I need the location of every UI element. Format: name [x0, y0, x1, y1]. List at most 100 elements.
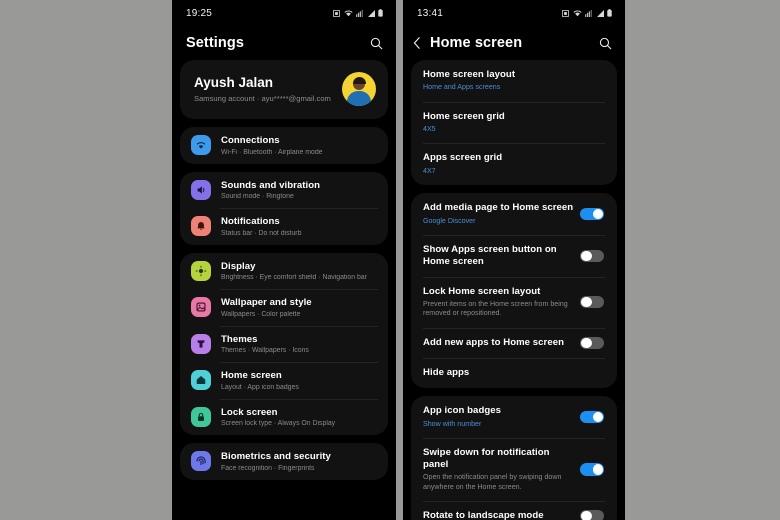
wifi-icon: [343, 10, 353, 16]
toggle-knob: [592, 208, 603, 220]
profile-subtitle: Samsung account · ayu*****@gmail.com: [194, 94, 331, 103]
home-settings-row-subtitle: Prevent items on the Home screen from be…: [423, 300, 568, 318]
settings-phone-screen: 19:25 Settings Ayush Jalan Samsung accou…: [172, 0, 396, 520]
toggle-switch[interactable]: [580, 463, 604, 476]
home-settings-row-rotate-to-landscape-mode[interactable]: Rotate to landscape mode: [411, 500, 617, 520]
settings-row-subtitle: Brightness · Eye comfort shield · Naviga…: [221, 274, 367, 281]
settings-row-title: Biometrics and security: [221, 451, 331, 462]
toggle-switch[interactable]: [580, 509, 604, 520]
home-settings-row-title: Lock Home screen layout: [423, 285, 541, 297]
home-settings-row-app-icon-badges[interactable]: App icon badges Show with number: [411, 396, 617, 438]
toggle-switch[interactable]: [580, 336, 604, 350]
home-settings-row-title: Hide apps: [423, 367, 470, 379]
settings-group: Sounds and vibration Sound mode · Rington…: [180, 171, 388, 245]
display-icon: [191, 260, 211, 281]
settings-row-subtitle: Face recognition · Fingerprints: [221, 464, 315, 472]
app-bar-right: Home screen: [403, 26, 625, 60]
lock-icon: [191, 406, 211, 427]
toggle-switch[interactable]: [580, 249, 604, 263]
home-settings-row-subtitle: Home and Apps screens: [423, 83, 501, 92]
settings-row-connections[interactable]: Connections Wi-Fi · Bluetooth · Airplane …: [180, 127, 388, 164]
home-settings-row-text: Show Apps screen button on Home screen: [423, 244, 580, 268]
signal-icon: [367, 9, 375, 17]
toggle-switch[interactable]: [580, 295, 604, 309]
settings-row-notifications[interactable]: Notifications Status bar · Do not disturb: [180, 208, 388, 245]
home-settings-row-title: App icon badges: [423, 405, 502, 417]
settings-row-home-screen[interactable]: Home screen Layout · App icon badges: [180, 362, 388, 399]
home-settings-row-text: Home screen grid 4X5: [423, 111, 604, 135]
settings-row-subtitle: Themes · Wallpapers · Icons: [221, 347, 309, 354]
settings-row-wallpaper-and-style[interactable]: Wallpaper and style Wallpapers · Color pa…: [180, 289, 388, 326]
home-settings-row-apps-screen-grid[interactable]: Apps screen grid 4X7: [411, 143, 617, 185]
toggle-knob: [581, 510, 592, 520]
settings-row-display[interactable]: Display Brightness · Eye comfort shield ·…: [180, 253, 388, 290]
home-settings-row-title: Rotate to landscape mode: [423, 510, 544, 520]
settings-row-text: Themes Themes · Wallpapers · Icons: [221, 334, 376, 355]
settings-row-text: Connections Wi-Fi · Bluetooth · Airplane …: [221, 135, 376, 156]
toggle-switch[interactable]: [580, 207, 604, 221]
home-settings-row-title: Add media page to Home screen: [423, 202, 574, 214]
home-settings-row-text: Apps screen grid 4X7: [423, 152, 604, 176]
toggle-knob: [581, 337, 592, 349]
avatar[interactable]: [342, 72, 376, 106]
settings-row-title: Home screen: [221, 370, 282, 381]
home-settings-scroll-body[interactable]: Home screen layout Home and Apps screens H…: [403, 60, 625, 520]
home-settings-row-text: Lock Home screen layout Prevent items on …: [423, 286, 580, 319]
status-icons: [562, 9, 612, 17]
avatar-body: [347, 91, 371, 106]
home-settings-row-add-new-apps-to-home-screen[interactable]: Add new apps to Home screen: [411, 327, 617, 359]
signal-bars-icon: [585, 9, 592, 17]
settings-row-text: Display Brightness · Eye comfort shield ·…: [221, 261, 376, 282]
screenshot-icon: [562, 9, 569, 17]
settings-row-subtitle: Wi-Fi · Bluetooth · Airplane mode: [221, 148, 323, 156]
home-settings-row-title: Swipe down for notification panel: [423, 446, 550, 470]
home-settings-row-hide-apps[interactable]: Hide apps: [411, 358, 617, 388]
home-settings-group: Home screen layout Home and Apps screens H…: [411, 60, 617, 186]
settings-row-text: Lock screen Screen lock type · Always On …: [221, 407, 376, 428]
settings-group: Display Brightness · Eye comfort shield ·…: [180, 252, 388, 436]
settings-row-title: Display: [221, 260, 256, 272]
home-settings-row-home-screen-grid[interactable]: Home screen grid 4X5: [411, 101, 617, 144]
settings-row-themes[interactable]: Themes Themes · Wallpapers · Icons: [180, 325, 388, 363]
search-icon[interactable]: [370, 37, 383, 50]
settings-row-sounds-and-vibration[interactable]: Sounds and vibration Sound mode · Rington…: [180, 172, 388, 209]
back-chevron-icon[interactable]: [411, 36, 423, 50]
toggle-knob: [581, 296, 592, 308]
home-settings-row-add-media-page-to-home-screen[interactable]: Add media page to Home screen Google Disc…: [411, 193, 617, 235]
home-settings-row-swipe-down-for-notification-panel[interactable]: Swipe down for notification panel Open th…: [411, 437, 617, 501]
home-settings-row-text: Add media page to Home screen Google Disc…: [423, 202, 580, 226]
settings-group: Biometrics and security Face recognition …: [180, 443, 388, 480]
home-settings-row-title: Apps screen grid: [423, 152, 503, 164]
toggle-switch[interactable]: [580, 410, 604, 424]
profile-row[interactable]: Ayush Jalan Samsung account · ayu*****@g…: [180, 60, 388, 119]
status-icons: [333, 9, 383, 17]
settings-row-subtitle: Wallpapers · Color palette: [221, 310, 301, 318]
status-time: 19:25: [186, 7, 213, 19]
settings-row-subtitle: Layout · App icon badges: [221, 383, 299, 391]
profile-card[interactable]: Ayush Jalan Samsung account · ayu*****@g…: [180, 60, 388, 119]
settings-row-subtitle: Screen lock type · Always On Display: [221, 420, 336, 427]
home-settings-row-text: Swipe down for notification panel Open th…: [423, 447, 580, 492]
home-settings-row-subtitle: Show with number: [423, 419, 482, 428]
settings-row-biometrics-and-security[interactable]: Biometrics and security Face recognition …: [180, 443, 388, 480]
wifi-icon: [572, 10, 582, 16]
settings-row-subtitle: Sound mode · Ringtone: [221, 193, 294, 200]
settings-scroll-body[interactable]: Ayush Jalan Samsung account · ayu*****@g…: [172, 60, 396, 520]
home-settings-row-home-screen-layout[interactable]: Home screen layout Home and Apps screens: [411, 60, 617, 102]
settings-row-title: Sounds and vibration: [221, 179, 321, 191]
settings-group: Connections Wi-Fi · Bluetooth · Airplane …: [180, 127, 388, 164]
profile-text: Ayush Jalan Samsung account · ayu*****@g…: [194, 75, 342, 103]
settings-row-title: Wallpaper and style: [221, 297, 312, 308]
settings-row-text: Sounds and vibration Sound mode · Rington…: [221, 180, 376, 201]
search-icon[interactable]: [599, 37, 612, 50]
toggle-knob: [581, 250, 592, 262]
settings-row-title: Connections: [221, 135, 280, 146]
home-settings-row-text: App icon badges Show with number: [423, 405, 580, 429]
settings-row-lock-screen[interactable]: Lock screen Screen lock type · Always On …: [180, 398, 388, 436]
fingerprint-icon: [191, 451, 211, 472]
home-settings-row-lock-home-screen-layout[interactable]: Lock Home screen layout Prevent items on …: [411, 276, 617, 328]
home-screen-settings-phone: 13:41 Home screen Home screen layout Home…: [403, 0, 625, 520]
home-settings-row-show-apps-screen-button-on-home-screen[interactable]: Show Apps screen button on Home screen: [411, 234, 617, 277]
settings-row-title: Notifications: [221, 216, 280, 227]
avatar-hair: [352, 76, 366, 84]
